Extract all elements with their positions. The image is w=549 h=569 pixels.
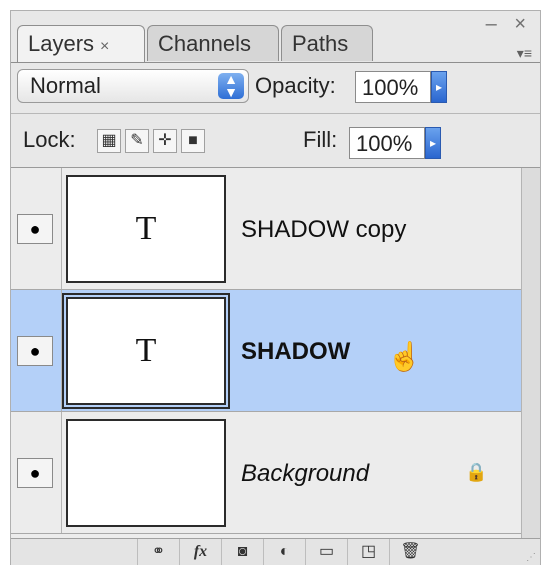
lock-transparent-icon[interactable]: ▦ (97, 129, 121, 153)
close-icon[interactable]: × (100, 38, 109, 55)
fill-input[interactable]: 100% (349, 127, 425, 159)
tab-paths-label: Paths (292, 31, 349, 56)
layer-mask-icon[interactable]: ◙ (221, 539, 263, 565)
layer-row-background[interactable]: ● Background 🔒 (11, 412, 521, 534)
blend-mode-value: Normal (30, 73, 101, 98)
divider (61, 168, 62, 289)
layer-name[interactable]: SHADOW (241, 338, 350, 366)
lock-label: Lock: (23, 127, 76, 152)
blend-mode-select[interactable]: Normal ▲ ▼ (17, 69, 249, 103)
lock-position-icon[interactable]: ✛ (153, 129, 177, 153)
lock-all-icon[interactable]: ■ (181, 129, 205, 153)
opacity-slider-icon[interactable]: ▸ (431, 71, 447, 103)
lock-image-icon[interactable]: ✎ (125, 129, 149, 153)
tab-paths[interactable]: Paths (281, 25, 373, 61)
layer-name[interactable]: SHADOW copy (241, 216, 406, 244)
trash-icon[interactable]: 🗑 (389, 539, 431, 565)
layer-thumbnail[interactable]: T (62, 293, 230, 409)
window-controls[interactable]: – × (486, 13, 532, 36)
tab-channels[interactable]: Channels (147, 25, 279, 61)
layer-name[interactable]: Background (241, 460, 369, 488)
layer-row-shadow[interactable]: ● T SHADOW ☝ (11, 290, 521, 412)
eye-icon[interactable]: ● (17, 214, 53, 244)
stepper-arrows-icon: ▲ ▼ (218, 72, 244, 99)
divider (61, 290, 62, 411)
tab-divider (11, 62, 540, 63)
layer-row-shadow-copy[interactable]: ● T SHADOW copy (11, 168, 521, 290)
opacity-label: Opacity: (255, 73, 336, 98)
eye-icon[interactable]: ● (17, 336, 53, 366)
tab-layers[interactable]: Layers × (17, 25, 145, 63)
layers-list: ● T SHADOW copy ● T SHADOW ☝ ● Backgroun… (11, 168, 521, 538)
adjustment-layer-icon[interactable]: ◐ (263, 539, 305, 565)
layers-panel: – × ▾≡ Layers × Channels Paths Normal ▲ ▼ … (10, 10, 541, 565)
lock-icon: 🔒 (465, 462, 488, 482)
new-layer-icon[interactable]: ◳ (347, 539, 389, 565)
resize-grip-icon[interactable]: ⋰ (526, 552, 536, 563)
panel-menu-icon[interactable]: ▾≡ (517, 45, 532, 62)
fill-label: Fill: (303, 127, 338, 152)
scrollbar[interactable] (521, 168, 540, 538)
divider (11, 113, 540, 114)
fx-icon[interactable]: fx (179, 539, 221, 565)
opacity-input[interactable]: 100% (355, 71, 431, 103)
new-group-icon[interactable]: ▭ (305, 539, 347, 565)
layer-thumbnail[interactable] (66, 419, 226, 527)
link-layers-icon[interactable]: ⚭ (137, 539, 179, 565)
eye-icon[interactable]: ● (17, 458, 53, 488)
tab-channels-label: Channels (158, 31, 251, 56)
layer-thumbnail[interactable]: T (66, 175, 226, 283)
divider (61, 412, 62, 533)
bottom-toolbar: ⚭ fx ◙ ◐ ▭ ◳ 🗑 ⋰ (11, 538, 540, 565)
fill-slider-icon[interactable]: ▸ (425, 127, 441, 159)
hand-cursor-icon: ☝ (387, 341, 422, 372)
tab-layers-label: Layers (28, 31, 95, 56)
